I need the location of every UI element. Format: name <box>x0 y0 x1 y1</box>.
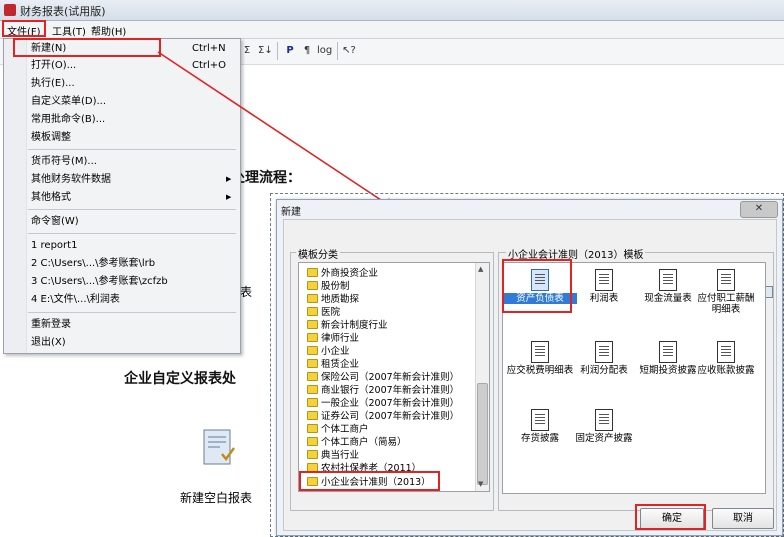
tree-item[interactable]: 个体工商户（简易） <box>307 436 407 449</box>
cancel-button[interactable]: 取消 <box>712 508 774 529</box>
report-doc-icon <box>659 269 677 291</box>
annotation-box-ok <box>635 504 706 530</box>
tree-item-label: 租赁企业 <box>321 359 360 370</box>
dialog-close-button[interactable]: ✕ <box>740 201 778 218</box>
tree-item[interactable]: 小企业 <box>307 345 350 358</box>
tree-item-label: 商业银行（2007年新会计准则） <box>321 385 460 396</box>
report-doc-icon <box>531 341 549 363</box>
tree-item-label: 外商投资企业 <box>321 268 379 279</box>
template-item[interactable]: 应收账款披露 <box>693 341 759 376</box>
template-item[interactable]: 利润分配表 <box>567 341 641 376</box>
template-label: 应付职工薪酬明细表 <box>697 293 755 315</box>
folder-icon <box>307 385 318 394</box>
annotation-box-category <box>299 471 440 491</box>
category-tree[interactable]: 外商投资企业 股份制 地质勘探 医院 新会计制度行业 律师行业 小企业 租赁企业… <box>298 262 490 492</box>
template-item[interactable]: 存货披露 <box>503 409 577 444</box>
tree-item[interactable]: 地质勘探 <box>307 293 359 306</box>
tree-item-label: 股份制 <box>321 281 350 292</box>
template-label: 固定资产披露 <box>575 433 633 444</box>
folder-icon <box>307 424 318 433</box>
report-doc-icon <box>531 409 549 431</box>
tree-item[interactable]: 一般企业（2007年新会计准则） <box>307 397 459 410</box>
report-doc-icon <box>659 341 677 363</box>
template-item[interactable]: 应交税费明细表 <box>503 341 577 376</box>
template-item[interactable]: 利润表 <box>567 269 641 304</box>
template-label: 应交税费明细表 <box>506 365 574 376</box>
report-doc-icon <box>595 341 613 363</box>
new-dialog: 新建 ✕ 模板分类 外商投资企业 股份制 地质勘探 医院 新会计制度行业 律师行… <box>276 199 783 536</box>
annotation-box-template <box>502 259 572 313</box>
folder-icon <box>307 437 318 446</box>
report-doc-icon <box>717 269 735 291</box>
template-label: 利润表 <box>589 293 619 304</box>
tree-item-label: 个体工商户 <box>321 424 369 435</box>
tree-item[interactable]: 股份制 <box>307 280 350 293</box>
tree-item-label: 医院 <box>321 307 341 318</box>
folder-icon <box>307 320 318 329</box>
folder-icon <box>307 398 318 407</box>
tree-item-label: 典当行业 <box>321 450 360 461</box>
tree-item-label: 保险公司（2007年新会计准则） <box>321 372 460 383</box>
folder-icon <box>307 307 318 316</box>
tree-item-label: 一般企业（2007年新会计准则） <box>321 398 460 409</box>
tree-item[interactable]: 律师行业 <box>307 332 359 345</box>
folder-icon <box>307 294 318 303</box>
scroll-down-icon[interactable]: ▼ <box>478 480 483 488</box>
tree-item[interactable]: 新会计制度行业 <box>307 319 388 332</box>
tree-item[interactable]: 商业银行（2007年新会计准则） <box>307 384 459 397</box>
report-doc-icon <box>595 409 613 431</box>
template-label: 利润分配表 <box>580 365 628 376</box>
template-label: 应收账款披露 <box>697 365 755 376</box>
scroll-thumb[interactable] <box>477 383 488 485</box>
tree-item[interactable]: 证券公司（2007年新会计准则） <box>307 410 459 423</box>
tree-item-label: 证券公司（2007年新会计准则） <box>321 411 460 422</box>
tree-item-label: 律师行业 <box>321 333 360 344</box>
folder-icon <box>307 359 318 368</box>
template-item[interactable]: 应付职工薪酬明细表 <box>693 269 759 315</box>
folder-icon <box>307 281 318 290</box>
template-label: 存货披露 <box>520 433 559 444</box>
report-doc-icon <box>595 269 613 291</box>
template-item[interactable]: 固定资产披露 <box>567 409 641 444</box>
tree-item-label: 小企业 <box>321 346 350 357</box>
dialog-body: 模板分类 外商投资企业 股份制 地质勘探 医院 新会计制度行业 律师行业 小企业… <box>283 219 777 531</box>
report-doc-icon <box>717 341 735 363</box>
tree-item[interactable]: 租赁企业 <box>307 358 359 371</box>
dialog-title: 新建 <box>281 207 301 218</box>
folder-icon <box>307 411 318 420</box>
tree-item-label: 地质勘探 <box>321 294 360 305</box>
folder-icon <box>307 268 318 277</box>
tree-item[interactable]: 个体工商户 <box>307 423 369 436</box>
folder-icon <box>307 346 318 355</box>
tree-item-label: 新会计制度行业 <box>321 320 388 331</box>
tree-item[interactable]: 典当行业 <box>307 449 359 462</box>
scroll-up-icon[interactable]: ▲ <box>478 265 483 273</box>
tree-item[interactable]: 医院 <box>307 306 340 319</box>
folder-icon <box>307 372 318 381</box>
tree-item[interactable]: 保险公司（2007年新会计准则） <box>307 371 459 384</box>
folder-icon <box>307 450 318 459</box>
folder-icon <box>307 333 318 342</box>
tree-item-label: 个体工商户（简易） <box>321 437 407 448</box>
tree-item[interactable]: 外商投资企业 <box>307 267 378 280</box>
